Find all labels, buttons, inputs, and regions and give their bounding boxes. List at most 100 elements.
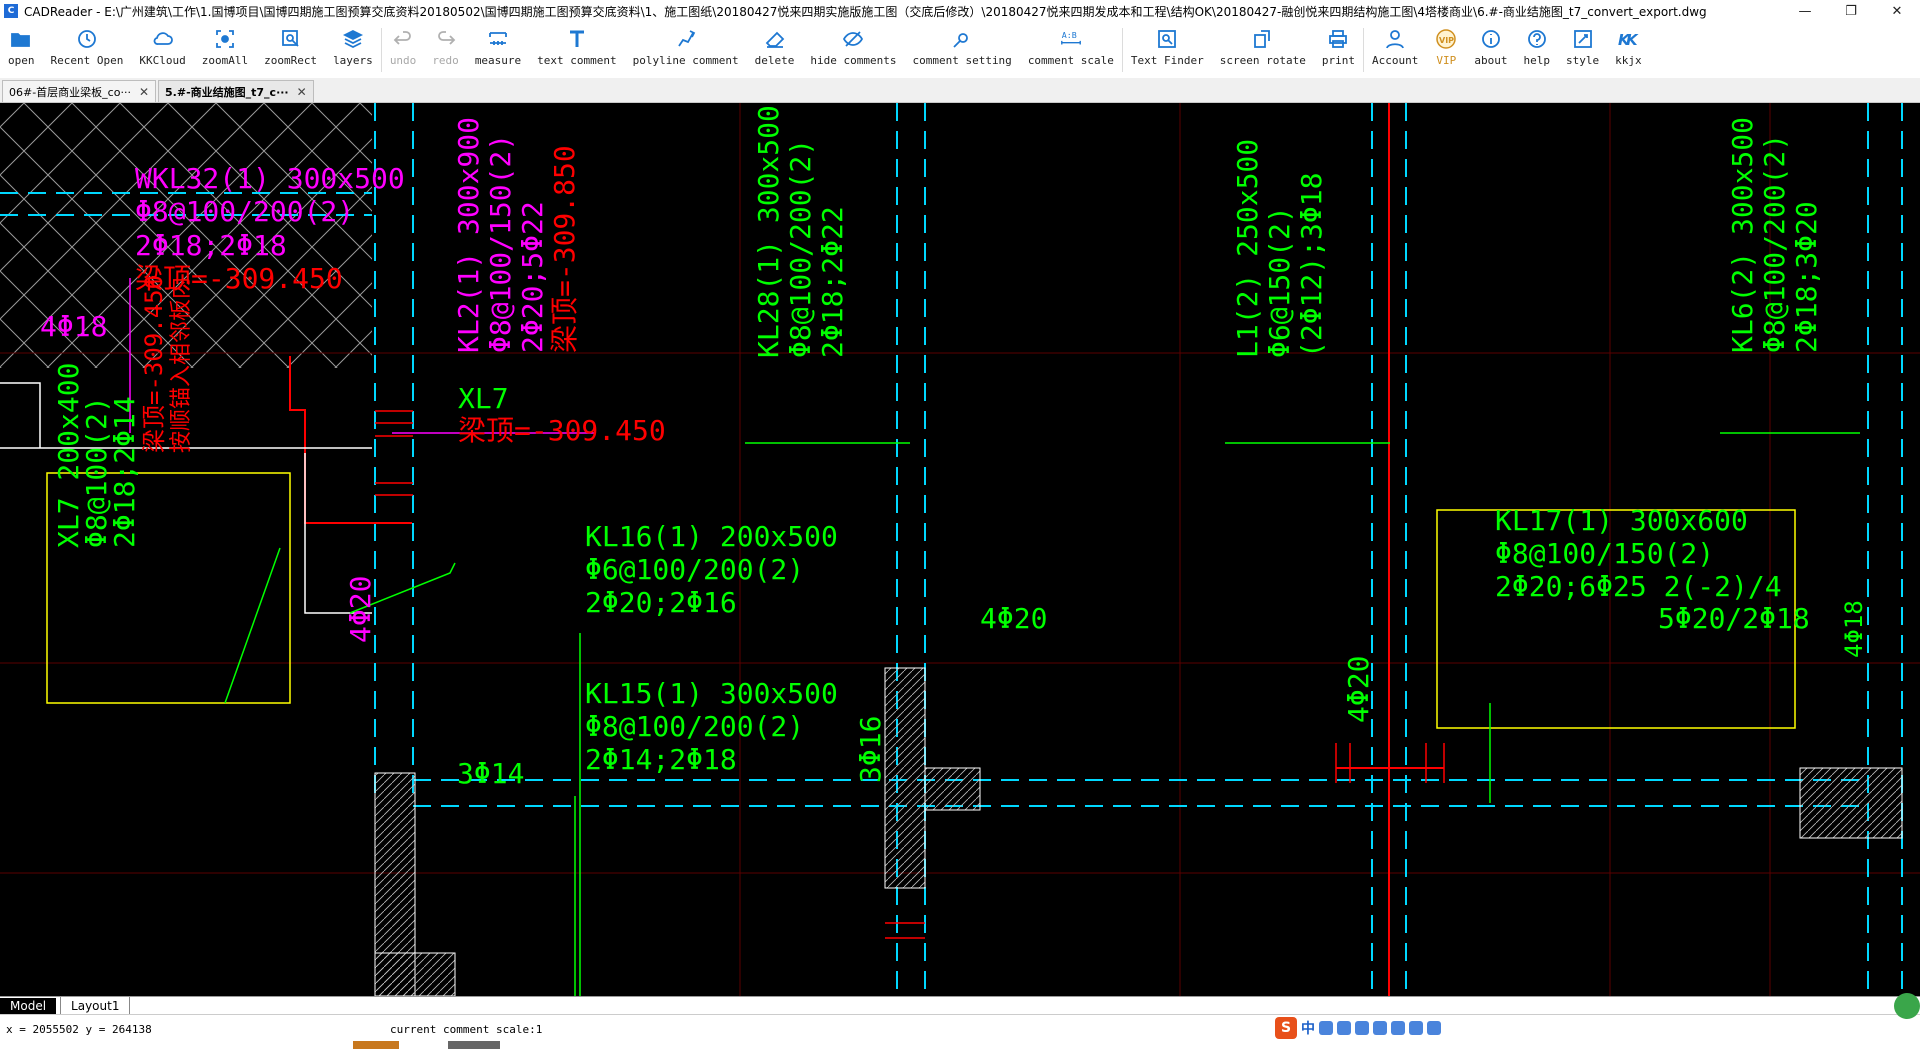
recent-open-button[interactable]: Recent Open <box>43 22 132 72</box>
toolbar-label: text comment <box>537 54 617 67</box>
beam-label-kl6: KL6(2) 300x500 <box>1726 117 1759 353</box>
text-finder-icon <box>1155 28 1179 50</box>
tab-model[interactable]: Model <box>0 997 57 1015</box>
tab-document-1[interactable]: 06#-首层商业梁板_co··· ✕ <box>2 80 157 102</box>
toolbar-label: Recent Open <box>50 54 124 67</box>
ime-emoji-icon[interactable] <box>1337 1021 1351 1035</box>
redo-button[interactable]: redo <box>424 22 467 72</box>
comment-setting-icon <box>950 28 974 50</box>
minimize-button[interactable]: — <box>1782 0 1828 22</box>
toolbar-label: comment setting <box>912 54 1012 67</box>
toolbar-label: Account <box>1371 54 1419 67</box>
close-button[interactable]: ✕ <box>1874 0 1920 22</box>
beam-label-kl28: KL28(1) 300x500 <box>752 105 785 358</box>
print-button[interactable]: print <box>1314 22 1363 72</box>
ime-user-icon[interactable] <box>1391 1021 1405 1035</box>
beam-label-kl16: KL16(1) 200x500 <box>585 520 838 553</box>
ime-skin-icon[interactable] <box>1409 1021 1423 1035</box>
title-bar: C CADReader - E:\广州建筑\工作\1.国博项目\国博四期施工图预… <box>0 0 1920 22</box>
ime-keyboard-icon[interactable] <box>1373 1021 1387 1035</box>
rebar-label: 4Φ20 <box>344 576 377 643</box>
measure-icon <box>486 28 510 50</box>
toolbar-label: hide comments <box>810 54 897 67</box>
measure-button[interactable]: measure <box>467 22 529 72</box>
svg-text:VIP: VIP <box>1439 36 1454 45</box>
beam-label-kl2-bars: 2Φ20;5Φ22 <box>516 201 549 353</box>
cursor-coordinates: x = 2055502 y = 264138 <box>6 1023 152 1036</box>
text-comment-icon <box>565 28 589 50</box>
beam-label-xl7: XL7 <box>458 382 509 415</box>
beam-label-wkl32-stirrup: Φ8@100/200(2) <box>135 195 354 228</box>
toolbar-label: layers <box>333 54 373 67</box>
eye-off-icon <box>841 28 865 50</box>
kkcloud-button[interactable]: KKCloud <box>131 22 193 72</box>
delete-button[interactable]: delete <box>747 22 803 72</box>
svg-text:K: K <box>1626 31 1639 49</box>
info-icon <box>1479 28 1503 50</box>
toolbar-label: Text Finder <box>1130 54 1204 67</box>
beam-label-kl2-elevation: 梁顶=-309.850 <box>548 145 581 353</box>
tab-layout1[interactable]: Layout1 <box>60 997 131 1015</box>
kkjx-button[interactable]: K K kkjx <box>1607 22 1650 72</box>
beam-label-wkl32: WKL32(1) 300x500 <box>135 162 405 195</box>
drawing-canvas[interactable]: WKL32(1) 300x500 Φ8@100/200(2) 2Φ18;2Φ18… <box>0 103 1920 996</box>
clock-icon <box>75 28 99 50</box>
open-button[interactable]: open <box>0 22 43 72</box>
rebar-label: 4Φ20 <box>980 602 1047 635</box>
zoomall-button[interactable]: zoomAll <box>194 22 256 72</box>
beam-label-kl17-stirrup: Φ8@100/150(2) <box>1495 537 1714 570</box>
zoomrect-button[interactable]: zoomRect <box>256 22 325 72</box>
polyline-comment-button[interactable]: polyline comment <box>625 22 747 72</box>
vip-button[interactable]: VIP VIP <box>1426 22 1466 72</box>
tab-document-2[interactable]: 5.#-商业结施图_t7_c··· ✕ <box>158 80 314 102</box>
zoom-all-icon <box>213 28 237 50</box>
document-tabs: 06#-首层商业梁板_co··· ✕ 5.#-商业结施图_t7_c··· ✕ <box>0 78 1920 103</box>
about-button[interactable]: about <box>1466 22 1515 72</box>
style-icon <box>1571 28 1595 50</box>
ime-punct-icon[interactable] <box>1319 1021 1333 1035</box>
folder-open-icon <box>9 28 33 50</box>
account-button[interactable]: Account <box>1364 22 1426 72</box>
printer-icon <box>1326 28 1350 50</box>
toolbar-label: about <box>1474 54 1508 67</box>
toolbar-label: open <box>8 54 35 67</box>
app-icon: C <box>4 4 18 18</box>
beam-label-xl7-elevation: 梁顶=-309.450 <box>458 414 666 447</box>
ime-language-icon[interactable]: 中 <box>1301 1018 1315 1038</box>
beam-label-kl2-stirrup: Φ8@100/150(2) <box>484 134 517 353</box>
beam-label-kl28-bars: 2Φ18;2Φ22 <box>816 206 849 358</box>
hide-comments-button[interactable]: hide comments <box>802 22 904 72</box>
beam-label-kl16-bars: 2Φ20;2Φ16 <box>585 586 737 619</box>
layers-icon <box>341 28 365 50</box>
ime-logo-icon[interactable]: S <box>1275 1017 1297 1039</box>
layers-button[interactable]: layers <box>325 22 381 72</box>
floating-ball-icon[interactable] <box>1894 993 1920 1019</box>
toolbar-label: KKCloud <box>139 54 186 67</box>
screen-rotate-button[interactable]: screen rotate <box>1212 22 1314 72</box>
user-icon <box>1383 28 1407 50</box>
rebar-label: 3Φ14 <box>457 757 524 790</box>
toolbar-label: polyline comment <box>632 54 739 67</box>
ime-toolbar[interactable]: S 中 <box>1275 1017 1441 1039</box>
tab-close-icon[interactable]: ✕ <box>139 85 149 99</box>
beam-label-xl7-note: 按顺锚入相邻板内 <box>169 277 194 453</box>
toolbar-label: screen rotate <box>1219 54 1306 67</box>
help-icon <box>1525 28 1549 50</box>
comment-setting-button[interactable]: comment setting <box>904 22 1019 72</box>
comment-scale-button[interactable]: A:B comment scale <box>1020 22 1122 72</box>
beam-label-l1-bars: (2Φ12);3Φ18 <box>1295 173 1328 358</box>
beam-label-kl16-stirrup: Φ6@100/200(2) <box>585 553 804 586</box>
cad-drawing[interactable]: WKL32(1) 300x500 Φ8@100/200(2) 2Φ18;2Φ18… <box>0 103 1920 996</box>
beam-label-kl2: KL2(1) 300x900 <box>452 117 485 353</box>
undo-button[interactable]: undo <box>382 22 425 72</box>
tab-close-icon[interactable]: ✕ <box>297 85 307 99</box>
maximize-button[interactable]: ❐ <box>1828 0 1874 22</box>
text-finder-button[interactable]: Text Finder <box>1123 22 1212 72</box>
help-button[interactable]: help <box>1515 22 1558 72</box>
text-comment-button[interactable]: text comment <box>529 22 624 72</box>
ime-tools-icon[interactable] <box>1427 1021 1441 1035</box>
rebar-label: 4Φ20 <box>1342 656 1375 723</box>
beam-label-xl7-elevation: 梁顶=-309.450 <box>140 275 168 453</box>
style-button[interactable]: style <box>1558 22 1607 72</box>
ime-voice-icon[interactable] <box>1355 1021 1369 1035</box>
